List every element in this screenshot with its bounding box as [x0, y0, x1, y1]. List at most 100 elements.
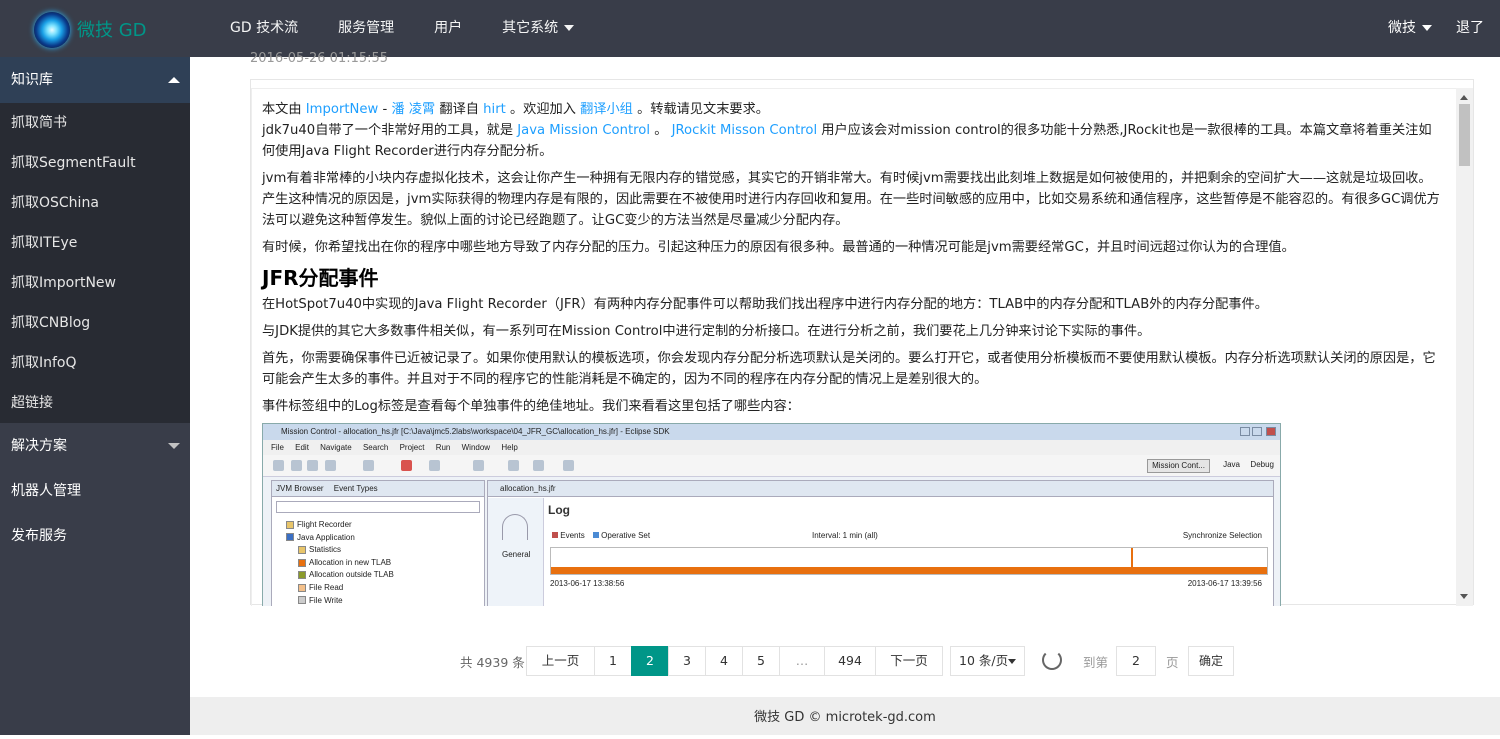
toolbar-icon: [363, 460, 374, 471]
article-image: Mission Control - allocation_hs.jfr [C:\…: [262, 423, 1281, 606]
color-swatch-icon: [298, 583, 306, 592]
perspective-label: Mission Cont...: [1152, 461, 1205, 470]
interval-label: Interval: 1 min (all): [812, 531, 878, 540]
topnav-service-management[interactable]: 服务管理: [324, 0, 408, 57]
tree-item: Flight Recorder: [286, 519, 484, 532]
perspective-label: Java: [1223, 460, 1240, 469]
page-button[interactable]: 5: [742, 646, 780, 676]
sidebar-item-importnew[interactable]: 抓取ImportNew: [0, 263, 190, 303]
sidebar-item-robot-management[interactable]: 机器人管理: [0, 469, 190, 514]
general-label: General: [502, 550, 531, 559]
page-word: 页: [1166, 655, 1179, 670]
image-editor-panel: allocation_hs.jfr General Log Events Ope…: [487, 480, 1274, 606]
jrockit-link[interactable]: JRockit Misson Control: [672, 123, 818, 138]
article-frame: 本文由 ImportNew - 潘 凌霄 翻译自 hirt 。欢迎加入 翻译小组…: [250, 79, 1474, 606]
sidebar-item-jianshu[interactable]: 抓取简书: [0, 103, 190, 143]
page-button[interactable]: 1: [594, 646, 632, 676]
text: jdk7u40自带了一个非常好用的工具，就是: [262, 123, 518, 138]
menu-item: Navigate: [320, 443, 352, 452]
legend-swatch-icon: [552, 532, 558, 538]
text: 。: [650, 123, 672, 138]
prev-page-button[interactable]: 上一页: [526, 646, 595, 676]
tree-label: File Read: [309, 582, 344, 592]
sidebar-item-infoq[interactable]: 抓取InfoQ: [0, 343, 190, 383]
goto-label: 到第: [1083, 655, 1109, 670]
sidebar-group-knowledge-label: 知识库: [11, 72, 53, 88]
logout-link[interactable]: 退了: [1456, 0, 1500, 57]
toolbar-icon: [429, 460, 440, 471]
scrollbar-thumb[interactable]: [1459, 104, 1470, 166]
log-dates: 2013-06-17 13:38:56 2013-06-17 13:39:56: [550, 579, 1270, 588]
logo[interactable]: 微技 GD: [0, 0, 190, 57]
toolbar-icon: [273, 460, 284, 471]
article-scrollbar[interactable]: [1456, 88, 1473, 606]
article-paragraph: 在HotSpot7u40中实现的Java Flight Recorder（JFR…: [262, 297, 1268, 312]
page-button[interactable]: 4: [705, 646, 743, 676]
tab-label: allocation_hs.jfr: [500, 484, 556, 493]
menu-item: Project: [399, 443, 425, 452]
close-icon: [1266, 427, 1276, 436]
top-nav: GD 技术流 服务管理 用户 其它系统: [216, 0, 600, 57]
page-size-select[interactable]: 10 条/页: [950, 646, 1025, 676]
page-button[interactable]: 3: [668, 646, 706, 676]
image-titlebar: Mission Control - allocation_hs.jfr [C:\…: [263, 424, 1280, 440]
image-left-tabs: JVM Browser Event Types: [272, 481, 484, 497]
footer-text: 微技 GD © microtek-gd.com: [754, 710, 936, 725]
top-right: 微技 退了: [1380, 0, 1500, 57]
sidebar: 知识库 抓取简书 抓取SegmentFault 抓取OSChina 抓取ITEy…: [0, 57, 190, 735]
text: 。转载请见文末要求。: [632, 102, 769, 117]
folder-icon: [298, 546, 306, 555]
sidebar-group-solutions[interactable]: 解决方案: [0, 423, 190, 469]
sidebar-item-iteye[interactable]: 抓取ITEye: [0, 223, 190, 263]
topnav-users[interactable]: 用户: [420, 0, 476, 57]
next-page-button[interactable]: 下一页: [875, 646, 943, 676]
importnew-link[interactable]: ImportNew: [306, 102, 379, 117]
article-heading: JFR分配事件: [262, 266, 379, 290]
time-start: 2013-06-17 13:38:56: [550, 579, 625, 588]
article-paragraph: 有时候，你希望找出在你的程序中哪些地方导致了内存分配的压力。引起这种压力的原因有…: [262, 240, 1295, 255]
translator-link[interactable]: 潘 凌霄: [391, 102, 435, 117]
article-body[interactable]: 本文由 ImportNew - 潘 凌霄 翻译自 hirt 。欢迎加入 翻译小组…: [251, 88, 1458, 606]
sidebar-item-cnblog[interactable]: 抓取CNBlog: [0, 303, 190, 343]
toolbar-icon: [533, 460, 544, 471]
sidebar-item-publish-service[interactable]: 发布服务: [0, 514, 190, 559]
goto-page-input[interactable]: 2: [1116, 646, 1156, 676]
page-button[interactable]: 494: [824, 646, 876, 676]
tab-label: JVM Browser: [276, 484, 324, 493]
footer: 微技 GD © microtek-gd.com: [190, 697, 1500, 735]
article-paragraph: 首先，你需要确保事件已近被记录了。如果你使用默认的模板选项，你会发现内存分配分析…: [262, 351, 1436, 387]
page-button-current[interactable]: 2: [631, 646, 669, 676]
sidebar-item-segmentfault[interactable]: 抓取SegmentFault: [0, 143, 190, 183]
time-end: 2013-06-17 13:39:56: [1187, 579, 1262, 588]
translation-group-link[interactable]: 翻译小组: [580, 102, 633, 117]
sync-label: Synchronize Selection: [1182, 531, 1262, 540]
topnav-other-systems-label: 其它系统: [502, 20, 559, 36]
sidebar-item-hyperlink[interactable]: 超链接: [0, 383, 190, 423]
toolbar-icon: [291, 460, 302, 471]
scroll-up-icon[interactable]: [1460, 95, 1468, 100]
goto-confirm-button[interactable]: 确定: [1188, 646, 1234, 676]
user-menu[interactable]: 微技: [1388, 0, 1448, 57]
tree-item: File Read: [286, 582, 484, 595]
sidebar-group-knowledge[interactable]: 知识库: [0, 57, 190, 103]
user-name: 微技: [1388, 20, 1416, 36]
toolbar-icon: [307, 460, 318, 471]
menu-item: Window: [461, 443, 491, 452]
image-toolbar: Mission Cont... Java Debug: [263, 455, 1280, 477]
image-editor-tabs: allocation_hs.jfr: [488, 481, 1273, 497]
article-paragraph: 事件标签组中的Log标签是查看每个单独事件的绝佳地址。我们来看看这里包括了哪些内…: [262, 399, 800, 414]
menu-item: Help: [501, 443, 518, 452]
minimize-icon: [1240, 427, 1250, 436]
jmc-link[interactable]: Java Mission Control: [517, 123, 650, 138]
topnav-other-systems[interactable]: 其它系统: [488, 0, 588, 57]
author-link[interactable]: hirt: [483, 102, 506, 117]
text: 。欢迎加入: [505, 102, 581, 117]
scroll-down-icon[interactable]: [1460, 594, 1468, 599]
sidebar-item-oschina[interactable]: 抓取OSChina: [0, 183, 190, 223]
color-swatch-icon: [298, 571, 306, 580]
topnav-gd-tech[interactable]: GD 技术流: [216, 0, 312, 57]
log-timeline: [550, 547, 1268, 575]
refresh-icon[interactable]: [1042, 650, 1062, 670]
timeline-band: [551, 567, 1267, 574]
sidebar-submenu-knowledge: 抓取简书 抓取SegmentFault 抓取OSChina 抓取ITEye 抓取…: [0, 103, 190, 423]
